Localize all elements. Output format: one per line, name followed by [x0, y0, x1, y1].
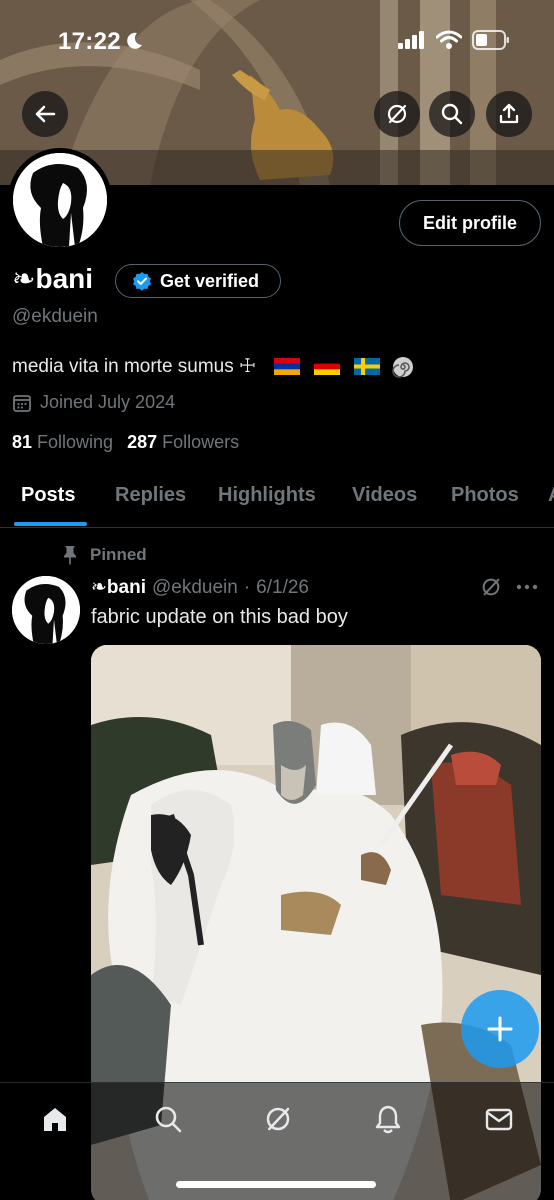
post-date[interactable]: 6/1/26	[256, 577, 309, 599]
wifi-icon	[436, 30, 462, 49]
active-tab-indicator	[14, 522, 87, 526]
get-verified-label: Get verified	[160, 270, 260, 291]
armenia-flag-icon	[274, 358, 301, 375]
following-label: Following	[37, 432, 114, 452]
followers-link[interactable]: 287 Followers	[127, 432, 239, 453]
more-icon[interactable]	[516, 584, 538, 590]
avatar-illustration	[13, 153, 107, 247]
following-link[interactable]: 81 Following	[12, 432, 113, 453]
cellular-signal-icon	[398, 31, 424, 49]
pinned-label: Pinned	[90, 545, 147, 564]
edit-profile-button[interactable]: Edit profile	[399, 200, 541, 246]
nav-home[interactable]	[39, 1103, 71, 1135]
share-icon	[499, 103, 519, 124]
search-icon	[441, 103, 463, 125]
share-button[interactable]	[486, 91, 532, 137]
calendar-icon	[13, 394, 31, 412]
follow-stats: 81 Following 287 Followers	[12, 432, 239, 453]
status-time: 17:22	[58, 28, 121, 55]
bio-text: media vita in morte sumus ☩	[12, 356, 257, 377]
nav-grok[interactable]	[262, 1103, 294, 1135]
tab-photos[interactable]: Photos	[451, 484, 519, 507]
tab-highlights[interactable]: Highlights	[218, 484, 316, 507]
tab-videos[interactable]: Videos	[352, 484, 417, 507]
post-author-name[interactable]: ❧bani	[91, 576, 146, 599]
post-header: ❧bani @ekduein · 6/1/26	[91, 576, 309, 599]
search-button[interactable]	[429, 91, 475, 137]
verified-badge-icon	[133, 272, 151, 291]
plus-icon	[487, 1016, 513, 1042]
post-actions-top	[480, 576, 538, 598]
tab-posts[interactable]: Posts	[21, 484, 75, 507]
compose-post-button[interactable]	[461, 990, 539, 1068]
germany-flag-icon	[314, 358, 341, 375]
tab-replies[interactable]: Replies	[115, 484, 186, 507]
spiral-emoji-icon	[392, 356, 414, 378]
bell-icon	[375, 1105, 401, 1134]
nav-notifications[interactable]	[372, 1103, 404, 1135]
home-icon	[44, 1108, 66, 1131]
post-author-avatar[interactable]	[12, 576, 80, 644]
joined-date: Joined July 2024	[12, 392, 175, 413]
pinned-indicator: Pinned	[62, 545, 147, 565]
profile-avatar[interactable]	[8, 148, 112, 252]
tab-articles[interactable]: A	[548, 484, 554, 507]
pin-icon	[64, 546, 76, 565]
following-count: 81	[12, 432, 33, 452]
grok-icon	[266, 1107, 290, 1131]
followers-count: 287	[127, 432, 158, 452]
display-name: ❧bani	[12, 263, 94, 294]
back-button[interactable]	[22, 91, 68, 137]
post-separator: ·	[243, 577, 251, 598]
grok-icon	[387, 104, 407, 124]
back-arrow-icon	[35, 105, 56, 123]
nav-search[interactable]	[152, 1103, 184, 1135]
profile-bio: media vita in morte sumus ☩	[12, 355, 414, 378]
do-not-disturb-moon-icon	[127, 32, 142, 49]
post-text: fabric update on this bad boy	[91, 606, 348, 628]
nav-messages[interactable]	[483, 1103, 515, 1135]
profile-tabs: Posts Replies Highlights Videos Photos A	[0, 470, 554, 528]
mail-icon	[485, 1108, 513, 1131]
search-icon	[155, 1106, 182, 1133]
home-indicator[interactable]	[176, 1181, 376, 1188]
grok-button[interactable]	[374, 91, 420, 137]
grok-icon[interactable]	[480, 576, 502, 598]
profile-handle: @ekduein	[12, 306, 98, 327]
post-author-handle[interactable]: @ekduein	[152, 577, 238, 599]
sweden-flag-icon	[354, 358, 381, 375]
joined-text: Joined July 2024	[40, 392, 176, 412]
battery-icon	[472, 30, 509, 50]
avatar-illustration	[12, 576, 80, 644]
followers-label: Followers	[162, 432, 240, 452]
get-verified-button[interactable]: Get verified	[115, 264, 281, 298]
